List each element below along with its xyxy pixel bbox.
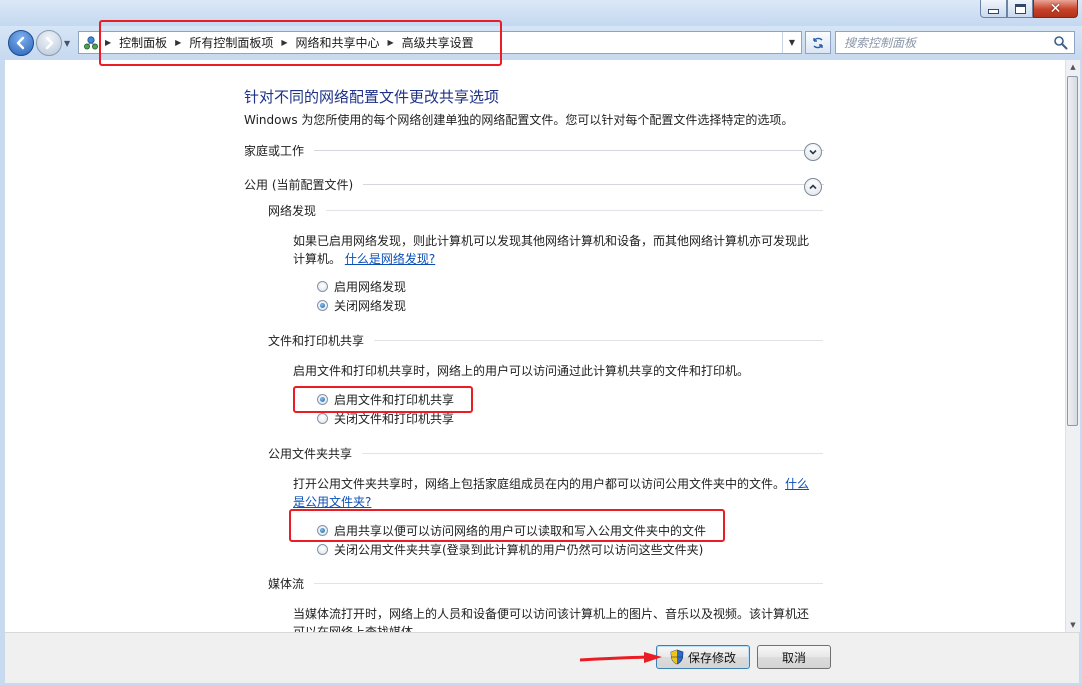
breadcrumb-separator-icon[interactable]: ▶ bbox=[388, 38, 394, 47]
media-streaming-header: 媒体流 bbox=[268, 575, 823, 591]
radio-disable-network-discovery[interactable]: 关闭网络发现 bbox=[317, 296, 406, 314]
address-dropdown-icon[interactable]: ▼ bbox=[782, 32, 801, 53]
radio-button[interactable] bbox=[317, 412, 328, 424]
radio-enable-file-printer-sharing[interactable]: 启用文件和打印机共享 bbox=[317, 390, 454, 408]
network-center-icon bbox=[84, 36, 98, 50]
search-input[interactable] bbox=[836, 32, 1062, 53]
divider bbox=[326, 209, 823, 211]
description-line: 是公用文件夹? bbox=[293, 493, 818, 511]
radio-enable-network-discovery[interactable]: 启用网络发现 bbox=[317, 277, 406, 295]
profile-public-label: 公用 (当前配置文件) bbox=[244, 177, 354, 192]
network-discovery-help-link[interactable]: 什么是网络发现? bbox=[345, 252, 435, 266]
media-streaming-title: 媒体流 bbox=[268, 576, 305, 591]
radio-disable-file-printer-sharing[interactable]: 关闭文件和打印机共享 bbox=[317, 409, 454, 427]
scroll-down-icon[interactable]: ▼ bbox=[1066, 618, 1080, 632]
radio-label[interactable]: 关闭网络发现 bbox=[334, 297, 406, 314]
divider bbox=[314, 582, 823, 584]
divider bbox=[374, 339, 823, 341]
description-text: 计算机。 bbox=[293, 252, 342, 266]
breadcrumb: ▶ 控制面板 ▶ 所有控制面板项 ▶ 网络和共享中心 ▶ 高级共享设置 bbox=[103, 32, 480, 53]
description-line: 如果已启用网络发现，则此计算机可以发现其他网络计算机和设备，而其他网络计算机亦可… bbox=[293, 234, 810, 248]
maximize-icon bbox=[1014, 3, 1026, 14]
profile-public-header[interactable]: 公用 (当前配置文件) bbox=[244, 176, 824, 192]
breadcrumb-advanced-sharing[interactable]: 高级共享设置 bbox=[402, 34, 474, 51]
search-icon[interactable] bbox=[1053, 35, 1068, 50]
caption-buttons: ✕ bbox=[980, 0, 1078, 18]
breadcrumb-all-items[interactable]: 所有控制面板项 bbox=[189, 34, 273, 51]
radio-disable-public-folder-sharing[interactable]: 关闭公用文件夹共享(登录到此计算机的用户仍然可以访问这些文件夹) bbox=[317, 540, 703, 558]
radio-button[interactable] bbox=[317, 393, 328, 405]
uac-shield-icon bbox=[670, 649, 684, 665]
vertical-scrollbar[interactable]: ▲ ▼ bbox=[1065, 60, 1080, 632]
search-box[interactable] bbox=[835, 31, 1075, 54]
public-folder-sharing-title: 公用文件夹共享 bbox=[268, 446, 353, 461]
radio-button[interactable] bbox=[317, 299, 328, 311]
public-folder-sharing-description: 打开公用文件夹共享时，网络上包括家庭组成员在内的用户都可以访问公用文件夹中的文件… bbox=[293, 475, 818, 511]
navigation-bar: ▼ ▶ 控制面板 ▶ 所有控制面板项 ▶ 网络和共享中心 ▶ 高级共享设置 ▼ bbox=[0, 26, 1082, 60]
save-changes-button[interactable]: 保存修改 bbox=[656, 645, 750, 669]
close-icon: ✕ bbox=[1049, 0, 1062, 17]
profile-home-header[interactable]: 家庭或工作 bbox=[244, 142, 824, 158]
radio-button[interactable] bbox=[317, 524, 328, 536]
divider bbox=[363, 183, 824, 185]
file-printer-sharing-description: 启用文件和打印机共享时，网络上的用户可以访问通过此计算机共享的文件和打印机。 bbox=[293, 364, 750, 378]
description-line: 可以在网络上查找媒体。 bbox=[293, 625, 426, 632]
radio-button[interactable] bbox=[317, 543, 328, 555]
settings-content: 针对不同的网络配置文件更改共享选项 Windows 为您所使用的每个网络创建单独… bbox=[5, 60, 1065, 632]
breadcrumb-separator-icon[interactable]: ▶ bbox=[281, 38, 287, 47]
description-line: 当媒体流打开时，网络上的人员和设备便可以访问该计算机上的图片、音乐以及视频。该计… bbox=[293, 607, 810, 621]
collapse-public-button[interactable] bbox=[804, 178, 822, 196]
description-line: 计算机。 什么是网络发现? bbox=[293, 250, 818, 268]
save-button-label: 保存修改 bbox=[687, 650, 736, 665]
chevron-down-icon bbox=[809, 149, 817, 155]
minimize-button[interactable] bbox=[980, 0, 1007, 18]
refresh-icon bbox=[813, 37, 823, 48]
divider bbox=[314, 149, 824, 151]
scroll-thumb[interactable] bbox=[1067, 76, 1078, 426]
cancel-button[interactable]: 取消 bbox=[757, 645, 831, 669]
breadcrumb-network-center[interactable]: 网络和共享中心 bbox=[296, 34, 380, 51]
public-folder-help-link[interactable]: 什么 bbox=[785, 477, 809, 491]
divider bbox=[362, 452, 823, 454]
network-discovery-title: 网络发现 bbox=[268, 203, 317, 218]
radio-label[interactable]: 关闭公用文件夹共享(登录到此计算机的用户仍然可以访问这些文件夹) bbox=[334, 541, 703, 558]
breadcrumb-separator-icon[interactable]: ▶ bbox=[175, 38, 181, 47]
network-discovery-description: 如果已启用网络发现，则此计算机可以发现其他网络计算机和设备，而其他网络计算机亦可… bbox=[293, 232, 818, 268]
page-title: 针对不同的网络配置文件更改共享选项 bbox=[244, 88, 500, 106]
public-folder-sharing-header: 公用文件夹共享 bbox=[268, 445, 823, 461]
radio-label[interactable]: 启用文件和打印机共享 bbox=[334, 391, 454, 408]
forward-button[interactable] bbox=[36, 30, 62, 56]
footer-bar: 保存修改 取消 bbox=[5, 632, 1079, 683]
profile-home-label: 家庭或工作 bbox=[244, 143, 305, 158]
file-printer-sharing-header: 文件和打印机共享 bbox=[268, 332, 823, 348]
radio-enable-public-folder-sharing[interactable]: 启用共享以便可以访问网络的用户可以读取和写入公用文件夹中的文件 bbox=[317, 521, 706, 539]
address-bar[interactable]: ▶ 控制面板 ▶ 所有控制面板项 ▶ 网络和共享中心 ▶ 高级共享设置 ▼ bbox=[78, 31, 802, 54]
arrow-right-icon bbox=[45, 36, 54, 50]
radio-button[interactable] bbox=[317, 280, 328, 292]
network-discovery-header: 网络发现 bbox=[268, 202, 823, 218]
recent-pages-dropdown-icon[interactable]: ▼ bbox=[64, 39, 70, 48]
minimize-icon bbox=[988, 9, 999, 14]
scroll-up-icon[interactable]: ▲ bbox=[1066, 60, 1080, 74]
expand-home-button[interactable] bbox=[804, 143, 822, 161]
radio-label[interactable]: 启用网络发现 bbox=[334, 278, 406, 295]
arrow-left-icon bbox=[16, 36, 25, 50]
close-button[interactable]: ✕ bbox=[1033, 0, 1078, 18]
back-button[interactable] bbox=[8, 30, 34, 56]
red-arrow-icon bbox=[579, 652, 662, 663]
description-line: 打开公用文件夹共享时，网络上包括家庭组成员在内的用户都可以访问公用文件夹中的文件… bbox=[293, 475, 818, 493]
radio-label[interactable]: 关闭文件和打印机共享 bbox=[334, 410, 454, 427]
chevron-up-icon bbox=[809, 184, 817, 190]
radio-label[interactable]: 启用共享以便可以访问网络的用户可以读取和写入公用文件夹中的文件 bbox=[334, 522, 706, 539]
page-description: Windows 为您所使用的每个网络创建单独的网络配置文件。您可以针对每个配置文… bbox=[244, 113, 794, 127]
breadcrumb-control-panel[interactable]: 控制面板 bbox=[119, 34, 167, 51]
refresh-button[interactable] bbox=[805, 31, 831, 54]
maximize-button[interactable] bbox=[1007, 0, 1033, 18]
public-folder-help-link-cont[interactable]: 是公用文件夹? bbox=[293, 495, 371, 509]
window-titlebar: ✕ bbox=[0, 0, 1082, 26]
description-text: 打开公用文件夹共享时，网络上包括家庭组成员在内的用户都可以访问公用文件夹中的文件… bbox=[293, 477, 786, 491]
breadcrumb-separator-icon[interactable]: ▶ bbox=[105, 38, 111, 47]
media-streaming-description: 当媒体流打开时，网络上的人员和设备便可以访问该计算机上的图片、音乐以及视频。该计… bbox=[293, 605, 818, 632]
file-printer-sharing-title: 文件和打印机共享 bbox=[268, 333, 365, 348]
